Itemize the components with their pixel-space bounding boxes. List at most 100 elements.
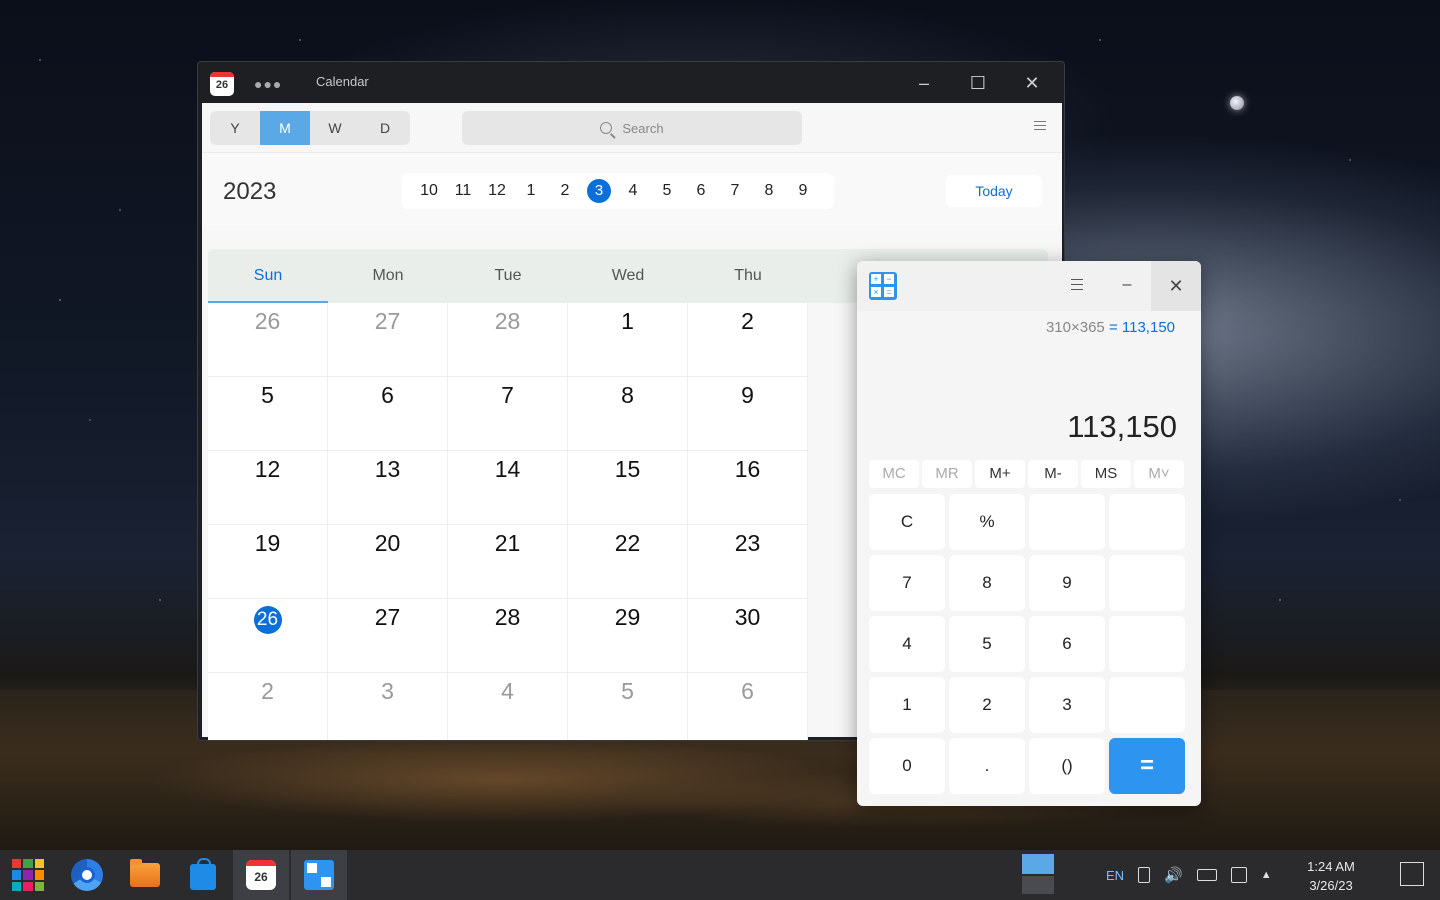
key-7[interactable]: 7	[869, 555, 945, 611]
day-cell[interactable]: 1	[568, 303, 688, 377]
clipboard-icon[interactable]	[1138, 867, 1151, 883]
chevron-up-icon[interactable]: ▲	[1261, 869, 1272, 881]
launcher-button[interactable]	[0, 850, 56, 900]
view-w-button[interactable]: W	[310, 111, 360, 145]
language-indicator[interactable]: EN	[1106, 868, 1124, 883]
launcher-icon	[12, 859, 44, 891]
month-9[interactable]: 9	[786, 182, 820, 200]
minimize-button[interactable]: –	[910, 72, 938, 96]
memory-row: MC MR M+ M- MS M˅	[869, 460, 1184, 488]
calendar-titlebar[interactable]: 26 ●●● Calendar – ☐ ✕	[198, 62, 1064, 103]
today-button[interactable]: Today	[946, 175, 1042, 207]
key-3[interactable]: 3	[1029, 677, 1105, 733]
calculator-close-button[interactable]: ✕	[1151, 261, 1201, 311]
calculator-titlebar[interactable]: + − × = – ✕	[857, 261, 1201, 311]
day-cell-today[interactable]: 26	[208, 599, 328, 673]
month-5[interactable]: 5	[650, 182, 684, 200]
battery-icon[interactable]	[1196, 869, 1217, 881]
key-4[interactable]: 4	[869, 616, 945, 672]
month-1[interactable]: 1	[514, 182, 548, 200]
key-2[interactable]: 2	[949, 677, 1025, 733]
day-cell[interactable]: 28	[448, 303, 568, 377]
taskbar-file-manager[interactable]	[117, 850, 173, 900]
month-4[interactable]: 4	[616, 182, 650, 200]
key-6[interactable]: 6	[1029, 616, 1105, 672]
key-C[interactable]: C	[869, 494, 945, 550]
day-cell[interactable]: 4	[448, 673, 568, 740]
day-cell[interactable]: 26	[208, 303, 328, 377]
day-cell[interactable]: 27	[328, 303, 448, 377]
day-cell[interactable]: 22	[568, 525, 688, 599]
day-cell[interactable]: 23	[688, 525, 808, 599]
calculator-menu-icon[interactable]	[1069, 279, 1085, 294]
day-cell[interactable]: 6	[328, 377, 448, 451]
day-cell[interactable]: 27	[328, 599, 448, 673]
key-8[interactable]: 8	[949, 555, 1025, 611]
search-input[interactable]: Search	[462, 111, 802, 145]
clock[interactable]: 1:24 AM 3/26/23	[1300, 857, 1362, 895]
key-1[interactable]: 1	[869, 677, 945, 733]
taskbar-app-store[interactable]	[175, 850, 231, 900]
taskbar-calendar[interactable]: 26	[233, 850, 289, 900]
workspace-switcher[interactable]	[1022, 854, 1054, 894]
taskbar-calculator[interactable]	[291, 850, 347, 900]
day-cell[interactable]: 5	[208, 377, 328, 451]
month-11[interactable]: 11	[446, 182, 480, 200]
day-cell[interactable]: 13	[328, 451, 448, 525]
key-()[interactable]: ()	[1029, 738, 1105, 794]
day-cell[interactable]: 3	[328, 673, 448, 740]
day-cell[interactable]: 7	[448, 377, 568, 451]
day-cell[interactable]: 2	[688, 303, 808, 377]
more-icon[interactable]: ●●●	[254, 76, 282, 92]
key-.[interactable]: .	[949, 738, 1025, 794]
month-2[interactable]: 2	[548, 182, 582, 200]
view-d-button[interactable]: D	[360, 111, 410, 145]
day-cell[interactable]: 2	[208, 673, 328, 740]
view-switcher: YMWD	[210, 111, 410, 145]
day-cell[interactable]: 6	[688, 673, 808, 740]
day-cell[interactable]: 19	[208, 525, 328, 599]
notification-center-icon[interactable]	[1400, 862, 1424, 886]
day-cell[interactable]: 29	[568, 599, 688, 673]
system-tray: EN 🔊 ▲	[1106, 850, 1272, 900]
network-icon[interactable]	[1230, 867, 1247, 883]
close-button[interactable]: ✕	[1018, 72, 1046, 96]
day-cell[interactable]: 5	[568, 673, 688, 740]
day-cell[interactable]: 15	[568, 451, 688, 525]
key-0[interactable]: 0	[869, 738, 945, 794]
day-cell[interactable]: 9	[688, 377, 808, 451]
memory-ms-button[interactable]: MS	[1081, 460, 1131, 488]
day-number: 21	[494, 530, 521, 556]
calculator-display: 113,150	[1067, 409, 1177, 444]
day-cell[interactable]: 20	[328, 525, 448, 599]
expression-result: 113,150	[1121, 319, 1175, 336]
key-9[interactable]: 9	[1029, 555, 1105, 611]
calculator-minimize-button[interactable]: –	[1115, 273, 1139, 297]
month-8[interactable]: 8	[752, 182, 786, 200]
month-10[interactable]: 10	[412, 182, 446, 200]
key-5[interactable]: 5	[949, 616, 1025, 672]
month-12[interactable]: 12	[480, 182, 514, 200]
taskbar-browser[interactable]	[59, 850, 115, 900]
day-cell[interactable]: 12	[208, 451, 328, 525]
app-store-icon	[190, 858, 216, 890]
day-cell[interactable]: 16	[688, 451, 808, 525]
month-6[interactable]: 6	[684, 182, 718, 200]
memory-m+-button[interactable]: M+	[975, 460, 1025, 488]
day-cell[interactable]: 30	[688, 599, 808, 673]
day-number: 6	[381, 382, 394, 408]
view-y-button[interactable]: Y	[210, 111, 260, 145]
day-cell[interactable]: 28	[448, 599, 568, 673]
key-%[interactable]: %	[949, 494, 1025, 550]
view-m-button[interactable]: M	[260, 111, 310, 145]
maximize-button[interactable]: ☐	[964, 72, 992, 96]
month-7[interactable]: 7	[718, 182, 752, 200]
volume-icon[interactable]: 🔊	[1164, 866, 1183, 884]
day-cell[interactable]: 14	[448, 451, 568, 525]
day-cell[interactable]: 21	[448, 525, 568, 599]
hamburger-menu-icon[interactable]	[1034, 121, 1046, 133]
equals-button[interactable]: =	[1109, 738, 1185, 794]
memory-m--button[interactable]: M-	[1028, 460, 1078, 488]
day-cell[interactable]: 8	[568, 377, 688, 451]
month-3[interactable]: 3	[582, 179, 616, 203]
